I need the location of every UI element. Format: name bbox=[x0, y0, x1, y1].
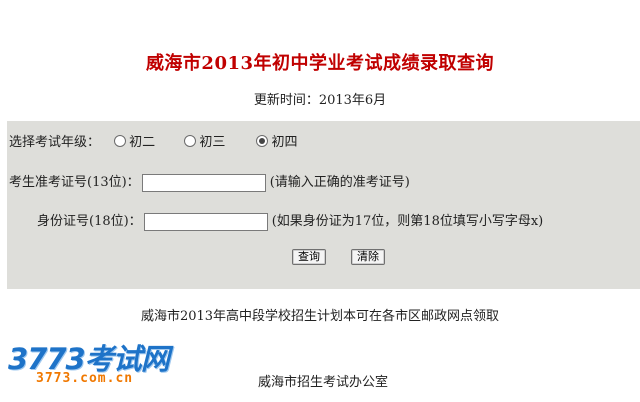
clear-button[interactable]: 清除 bbox=[351, 249, 385, 265]
query-button[interactable]: 查询 bbox=[292, 249, 326, 265]
grade-option-label: 初三 bbox=[199, 135, 226, 150]
update-time: 更新时间：2013年6月 bbox=[253, 93, 387, 108]
exam-number-hint: (请输入正确的准考证号) bbox=[269, 175, 410, 190]
id-number-row: 身份证号(18位)： (如果身份证为17位，则第18位填写小写字母x) bbox=[37, 210, 543, 231]
id-number-input[interactable] bbox=[143, 212, 268, 231]
radio-icon[interactable] bbox=[184, 135, 197, 147]
exam-number-label: 考生准考证号(13位)： bbox=[9, 175, 140, 190]
site-logo[interactable]: 3773考试网 3773.com.cn bbox=[8, 336, 178, 398]
grade-option-label: 初四 bbox=[271, 135, 298, 150]
grade-row: 选择考试年级： 初二 初三 初四 bbox=[9, 131, 297, 150]
radio-icon[interactable] bbox=[114, 135, 127, 147]
office-name: 威海市招生考试办公室 bbox=[258, 375, 389, 390]
query-form-panel: 选择考试年级： 初二 初三 初四 考生准考证号(13位)： (请输入正确的准考证号… bbox=[7, 121, 640, 289]
grade-option-4[interactable]: 初四 bbox=[256, 131, 297, 150]
exam-number-input[interactable] bbox=[141, 173, 266, 192]
exam-number-row: 考生准考证号(13位)： (请输入正确的准考证号) bbox=[9, 171, 410, 192]
id-number-hint: (如果身份证为17位，则第18位填写小写字母x) bbox=[271, 214, 544, 229]
id-number-label: 身份证号(18位)： bbox=[37, 214, 142, 229]
radio-selected-icon[interactable] bbox=[256, 135, 269, 147]
logo-url: 3773.com.cn bbox=[36, 371, 134, 386]
notice-text: 威海市2013年高中段学校招生计划本可在各市区邮政网点领取 bbox=[140, 309, 500, 324]
grade-option-2[interactable]: 初二 bbox=[114, 131, 155, 150]
grade-label: 选择考试年级： bbox=[9, 135, 101, 150]
grade-option-3[interactable]: 初三 bbox=[184, 131, 225, 150]
grade-option-label: 初二 bbox=[129, 135, 156, 150]
page-title: 威海市2013年初中学业考试成绩录取查询 bbox=[145, 53, 495, 74]
